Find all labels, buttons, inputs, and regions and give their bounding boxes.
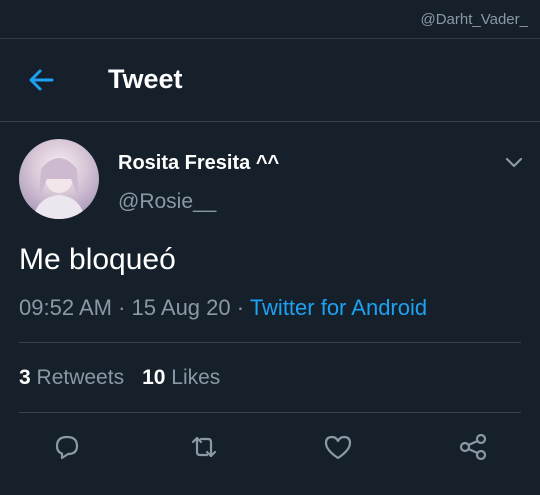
divider (19, 412, 521, 413)
retweets-label: Retweets (36, 366, 125, 389)
username[interactable]: @Rosie__ (118, 190, 216, 214)
tweet-time: 09:52 AM (19, 295, 112, 320)
tweet-date: 15 Aug 20 (131, 295, 231, 320)
chevron-down-icon (505, 157, 523, 168)
likes-label: Likes (171, 366, 221, 389)
header-divider (0, 121, 540, 122)
display-name[interactable]: Rosita Fresita ^^ (118, 152, 279, 175)
like-button[interactable] (321, 430, 355, 464)
tweet-text: Me bloqueó (19, 243, 176, 276)
reply-icon (55, 435, 79, 460)
likes-stat[interactable]: 10 Likes (142, 366, 220, 389)
share-button[interactable] (456, 430, 490, 464)
tweet-source-link[interactable]: Twitter for Android (250, 295, 427, 320)
meta-separator: · (118, 295, 132, 320)
retweets-count: 3 (19, 366, 31, 389)
avatar[interactable] (19, 139, 99, 219)
retweet-button[interactable] (187, 430, 221, 464)
tweet-meta: 09:52 AM · 15 Aug 20 · Twitter for Andro… (19, 295, 427, 321)
tweet-stats: 3 Retweets 10 Likes (19, 366, 220, 390)
arrow-left-icon (29, 69, 54, 91)
reply-button[interactable] (50, 430, 84, 464)
page-title: Tweet (108, 64, 183, 94)
like-icon (324, 435, 352, 460)
back-button[interactable] (26, 65, 56, 95)
retweets-stat[interactable]: 3 Retweets (19, 366, 124, 389)
avatar-image (33, 157, 85, 219)
action-bar (0, 430, 540, 470)
divider (19, 342, 521, 343)
more-options-button[interactable] (503, 151, 525, 173)
likes-count: 10 (142, 366, 166, 389)
app-header: Tweet (0, 39, 540, 121)
share-icon (459, 433, 487, 461)
meta-separator: · (236, 295, 250, 320)
watermark: @Darht_Vader_ (420, 11, 528, 28)
retweet-icon (191, 436, 217, 458)
